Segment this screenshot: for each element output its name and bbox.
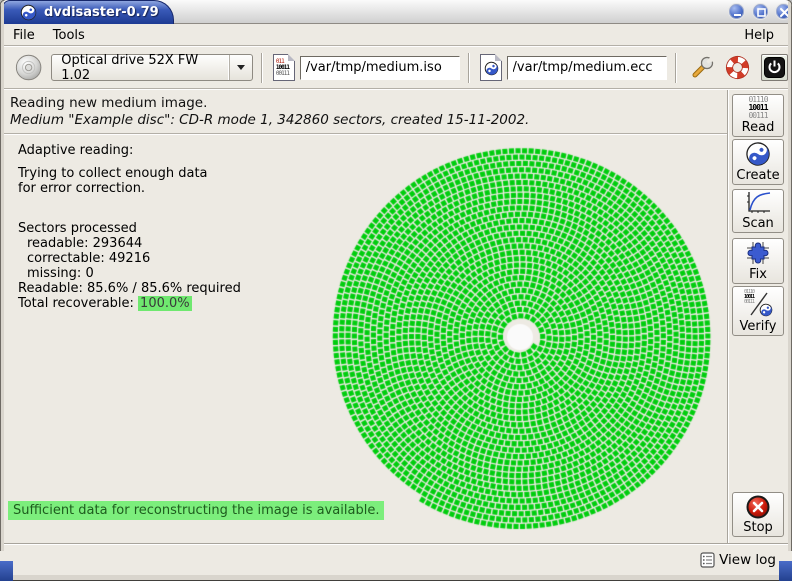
drive-selector-value: Optical drive 52X FW 1.02 <box>61 53 220 83</box>
medium-info-line: Medium "Example disc": CD-R mode 1, 3428… <box>10 112 727 129</box>
sectors-title: Sectors processed <box>18 221 241 236</box>
status-line: Reading new medium image. <box>10 95 727 112</box>
toolbar: Optical drive 52X FW 1.02 011 10011 0011… <box>4 47 788 89</box>
stat-row: correctable: 49216 <box>18 251 241 266</box>
iso-path-input[interactable] <box>300 56 460 80</box>
verify-button[interactable]: 01110 10011 00111 Verify <box>732 286 784 336</box>
window-border-left[interactable] <box>0 0 4 551</box>
verify-icon: 01110 10011 00111 <box>743 287 773 319</box>
create-button[interactable]: Create <box>732 139 784 185</box>
titlebar-tab: dvdisaster-0.79 <box>2 0 174 24</box>
window-title: dvdisaster-0.79 <box>44 5 159 20</box>
status-header: Reading new medium image. Medium "Exampl… <box>4 90 727 134</box>
read-icon: 01110 10011 00111 <box>748 95 767 120</box>
toolbar-separator <box>261 53 263 83</box>
stat-row: missing: 0 <box>18 266 241 281</box>
dropdown-arrow-icon <box>229 55 252 80</box>
maximize-button[interactable] <box>752 3 769 20</box>
stop-icon <box>745 493 771 520</box>
main-area: Adaptive reading: Trying to collect enou… <box>4 135 727 543</box>
reading-stats-panel: Adaptive reading: Trying to collect enou… <box>18 143 241 311</box>
menu-file[interactable]: File <box>4 27 44 44</box>
ecc-path-input[interactable] <box>507 56 667 80</box>
statusbar: View log <box>4 543 788 575</box>
window-border-right[interactable] <box>788 0 792 551</box>
fix-puzzle-icon <box>744 239 772 267</box>
power-icon <box>764 57 785 78</box>
view-log-label: View log <box>719 552 776 568</box>
drive-selector[interactable]: Optical drive 52X FW 1.02 <box>51 54 253 81</box>
readable-percent-line: Readable: 85.6% / 85.6% required <box>18 281 241 296</box>
recoverable-value-badge: 100.0% <box>138 296 192 311</box>
resize-corner-left[interactable] <box>0 561 13 581</box>
toolbar-separator <box>468 53 470 83</box>
mode-label: Adaptive reading: <box>18 143 241 158</box>
app-window: dvdisaster-0.79 File Tools Help <box>0 0 792 581</box>
scan-button[interactable]: Scan <box>732 189 784 233</box>
minimize-button[interactable] <box>728 3 745 20</box>
description-line: Trying to collect enough data <box>18 166 241 181</box>
app-yinyang-icon <box>20 4 37 21</box>
preferences-button[interactable] <box>690 55 715 80</box>
menubar: File Tools Help <box>4 25 788 46</box>
menu-tools[interactable]: Tools <box>44 27 94 44</box>
titlebar[interactable]: dvdisaster-0.79 <box>0 0 792 24</box>
disc-spiral <box>321 143 719 535</box>
read-button[interactable]: 01110 10011 00111 Read <box>732 94 784 137</box>
wrench-icon <box>690 55 715 80</box>
view-log-button[interactable]: View log <box>700 552 776 568</box>
scan-chart-icon <box>744 190 772 216</box>
log-icon <box>700 552 715 568</box>
help-button[interactable] <box>725 55 750 80</box>
action-button-column: 01110 10011 00111 Read Create <box>727 90 788 543</box>
ecc-file-icon <box>480 54 502 81</box>
quit-button[interactable] <box>761 54 788 81</box>
success-message: Sufficient data for reconstructing the i… <box>8 501 384 520</box>
window-border-bottom[interactable] <box>0 575 792 581</box>
create-yinyang-icon <box>745 140 771 168</box>
menu-help[interactable]: Help <box>735 27 788 44</box>
stop-button[interactable]: Stop <box>732 492 784 537</box>
iso-file-icon: 011 10011 00111 <box>273 54 295 81</box>
recoverable-line: Total recoverable: 100.0% <box>18 296 241 311</box>
lifesaver-icon <box>725 55 750 80</box>
stat-row: readable: 293644 <box>18 236 241 251</box>
optical-drive-icon <box>14 52 43 83</box>
resize-corner-right[interactable] <box>779 561 792 581</box>
toolbar-separator <box>675 53 677 83</box>
fix-button[interactable]: Fix <box>732 238 784 284</box>
description-line: for error correction. <box>18 181 241 196</box>
